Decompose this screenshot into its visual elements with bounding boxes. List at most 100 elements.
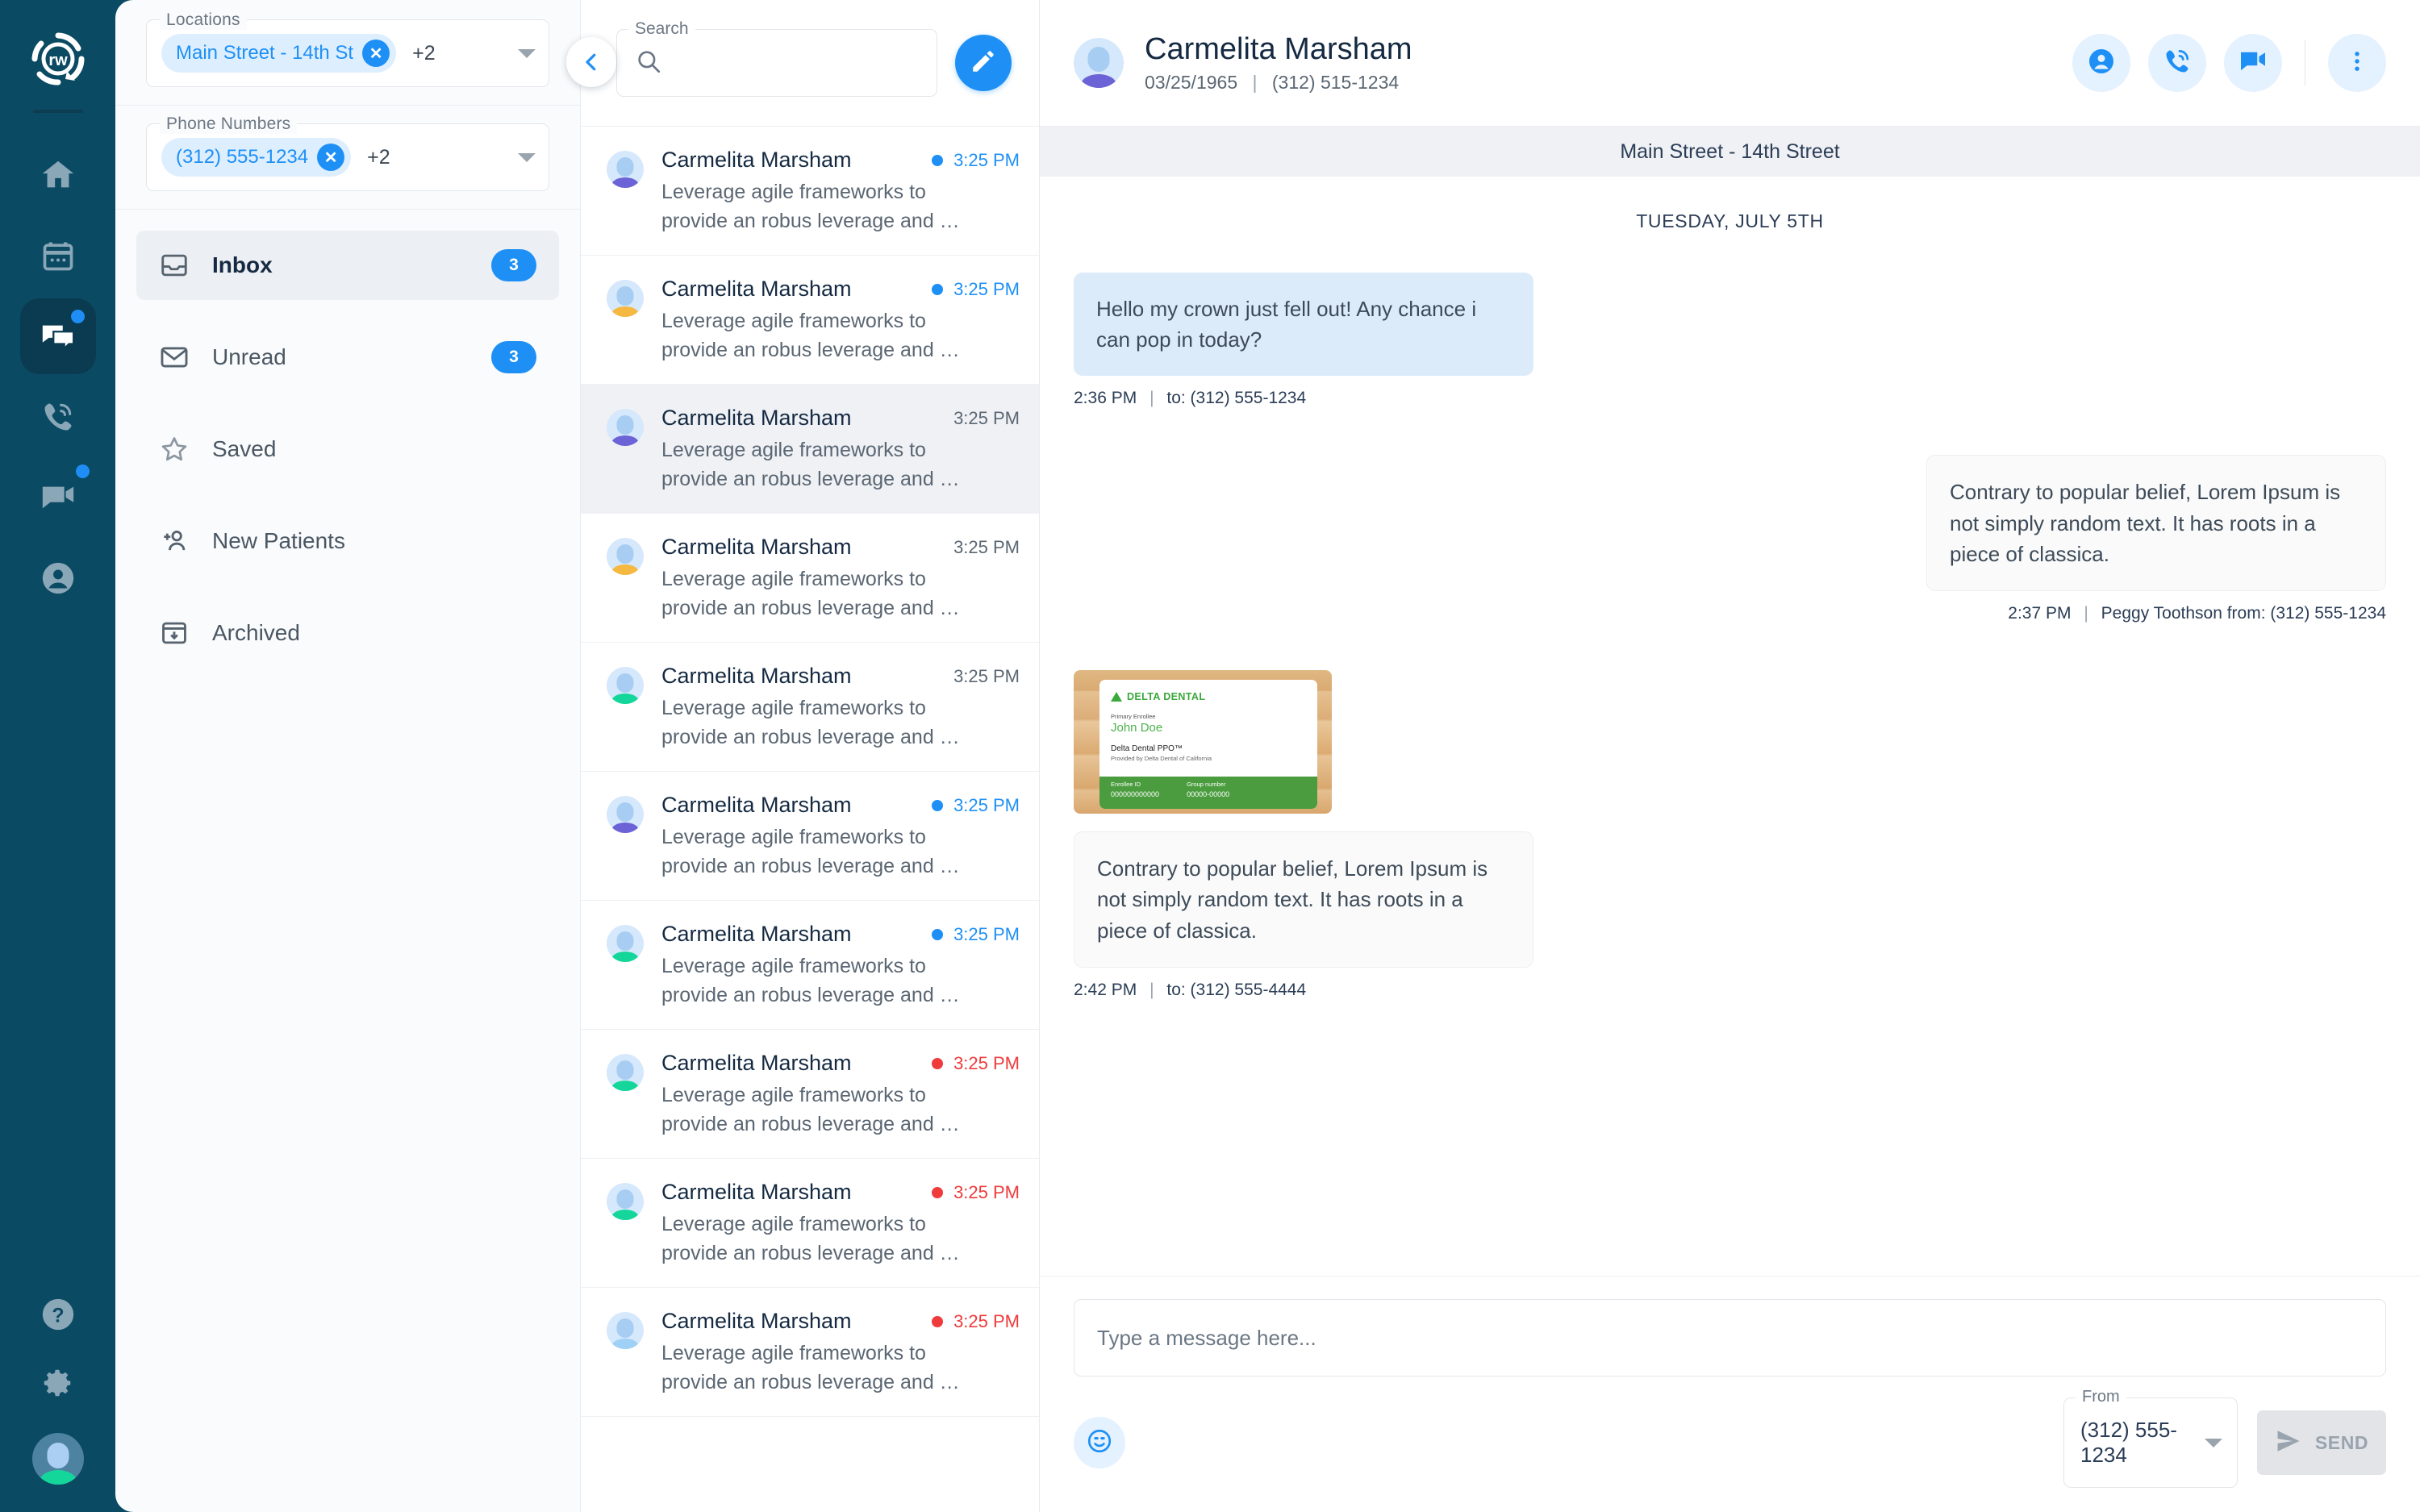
conversation-list-panel: Search Carmelita Marsham 3:25 PM Leverag… [580,0,1040,1512]
gear-icon[interactable] [40,1364,77,1406]
close-icon[interactable]: ✕ [362,40,390,67]
new-message-button[interactable] [955,35,1012,91]
sidebar-item-inbox[interactable]: Inbox 3 [136,231,559,300]
conversation-item[interactable]: Carmelita Marsham 3:25 PM Leverage agile… [581,772,1039,901]
conversation-scroll-area[interactable]: Carmelita Marsham 3:25 PM Leverage agile… [581,127,1039,1512]
emoji-smiley-icon [1086,1427,1113,1459]
conversation-snippet: Leverage agile frameworks to provide an … [661,568,960,619]
conversation-item[interactable]: Carmelita Marsham 3:25 PM Leverage agile… [581,514,1039,643]
message-timestamp: 2:36 PM | to: (312) 555-1234 [1074,389,1307,408]
video-chat-icon [2238,47,2268,80]
phone-numbers-select[interactable]: Phone Numbers (312) 555-1234 ✕ +2 [146,115,549,191]
close-icon[interactable]: ✕ [317,144,345,171]
locations-select[interactable]: Locations Main Street - 14th St ✕ +2 [146,10,549,87]
phone-chip-label: (312) 555-1234 [176,146,309,168]
rail-item-contacts[interactable] [20,540,96,616]
conversation-snippet: Leverage agile frameworks to provide an … [661,1213,960,1264]
conversation-item[interactable]: Carmelita Marsham 3:25 PM Leverage agile… [581,643,1039,772]
user-avatar[interactable] [31,1433,84,1485]
svg-text:rw: rw [48,52,68,69]
sidebar-item-label: Unread [212,344,286,369]
conversation-snippet: Leverage agile frameworks to provide an … [661,1342,960,1393]
emoji-button[interactable] [1074,1417,1125,1468]
chevron-down-icon[interactable] [2205,1438,2222,1447]
conversation-item[interactable]: Carmelita Marsham 3:25 PM Leverage agile… [581,1159,1039,1288]
message-time: 2:36 PM [1074,389,1137,408]
conversation-time: 3:25 PM [953,1181,1020,1202]
rail-item-home[interactable] [20,137,96,213]
message-timestamp: 2:37 PM | Peggy Toothson from: (312) 555… [2008,604,2386,623]
search-field-wrapper[interactable]: Search [616,19,937,97]
conversation-item[interactable]: Carmelita Marsham 3:25 PM Leverage agile… [581,385,1039,514]
message-bubble[interactable]: Contrary to popular belief, Lorem Ipsum … [1074,831,1533,968]
conversation-item[interactable]: Carmelita Marsham 3:25 PM Leverage agile… [581,901,1039,1030]
conversation-location-bar: Main Street - 14th Street [1040,127,2420,177]
rail-item-video[interactable] [20,460,96,535]
chat-panel: Carmelita Marsham 03/25/1965 | (312) 515… [1040,0,2420,1512]
conversation-snippet: Leverage agile frameworks to provide an … [661,697,960,748]
avatar [607,1312,644,1349]
message-bubble[interactable]: Contrary to popular belief, Lorem Ipsum … [1926,455,2386,592]
chat-header: Carmelita Marsham 03/25/1965 | (312) 515… [1040,0,2420,127]
card-enrollee-name: John Doe [1111,721,1163,735]
message-composer: Type a message here... From (312) 555-12… [1040,1276,2420,1512]
conversation-item[interactable]: Carmelita Marsham 3:25 PM Leverage agile… [581,256,1039,385]
conversation-snippet: Leverage agile frameworks to provide an … [661,439,960,490]
search-icon [635,48,662,79]
chat-action-buttons [2072,34,2386,92]
contact-details: 03/25/1965 | (312) 515-1234 [1145,72,1412,94]
send-button-label: SEND [2314,1431,2369,1453]
primary-nav-rail: rw ? [0,0,115,1512]
message-timestamp: 2:42 PM | to: (312) 555-4444 [1074,980,1307,999]
chevron-down-icon[interactable] [518,48,536,58]
from-number-select[interactable]: From (312) 555-1234 [2063,1388,2238,1488]
conversation-name: Carmelita Marsham [661,1051,852,1075]
sidebar-item-archived[interactable]: Archived [136,598,559,668]
card-enrollee-field: Primary Enrollee John Doe [1111,713,1317,735]
conversation-name: Carmelita Marsham [661,406,852,430]
card-group-label: Group number [1187,781,1226,789]
message-meta: to: (312) 555-1234 [1166,389,1307,408]
card-group-number-group: Group number 00000-00000 [1187,781,1229,809]
chevron-down-icon[interactable] [518,152,536,162]
filters-and-folders-panel: Locations Main Street - 14th St ✕ +2 Pho… [115,0,580,1512]
video-call-button[interactable] [2224,34,2282,92]
message-input[interactable]: Type a message here... [1074,1299,2386,1377]
call-button[interactable] [2148,34,2206,92]
sidebar-item-new-patients[interactable]: New Patients [136,506,559,576]
card-plan: Delta Dental PPO™ [1111,744,1183,754]
message-row-attachment: DELTA DENTAL Primary Enrollee John Doe D… [1074,670,2386,1000]
conversation-name: Carmelita Marsham [661,922,852,946]
message-input-placeholder: Type a message here... [1097,1325,1316,1350]
from-legend: From [2076,1388,2126,1406]
rail-item-calls[interactable] [20,379,96,455]
unread-dot [932,154,944,166]
conversation-item[interactable]: Carmelita Marsham 3:25 PM Leverage agile… [581,1288,1039,1417]
conversation-name: Carmelita Marsham [661,793,852,817]
locations-filter-block: Locations Main Street - 14th St ✕ +2 [115,0,580,106]
sidebar-item-label: Saved [212,436,277,461]
conversation-list-header: Search [581,0,1039,127]
phone-chip: (312) 555-1234 ✕ [161,138,352,177]
card-enrollee-id-value: 000000000000 [1111,790,1160,799]
inbox-icon [157,248,191,282]
rail-item-messages[interactable] [19,298,96,374]
sidebar-item-saved[interactable]: Saved [136,414,559,484]
more-options-button[interactable] [2328,34,2386,92]
message-bubble[interactable]: Hello my crown just fell out! Any chance… [1074,273,1533,377]
message-thread[interactable]: TUESDAY, JULY 5TH Hello my crown just fe… [1040,177,2420,1276]
conversation-time: 3:25 PM [953,665,1020,686]
conversation-item[interactable]: Carmelita Marsham 3:25 PM Leverage agile… [581,127,1039,256]
location-chip-label: Main Street - 14th St [176,42,354,64]
collapse-panel-button[interactable] [566,37,616,87]
dental-insurance-card-image[interactable]: DELTA DENTAL Primary Enrollee John Doe D… [1074,670,1332,814]
message-time: 2:37 PM [2008,604,2072,623]
sidebar-item-unread[interactable]: Unread 3 [136,323,559,392]
unread-badge: 3 [491,341,536,373]
patient-profile-button[interactable] [2072,34,2130,92]
conversation-item[interactable]: Carmelita Marsham 3:25 PM Leverage agile… [581,1030,1039,1159]
conversation-snippet: Leverage agile frameworks to provide an … [661,310,960,361]
send-button[interactable]: SEND [2257,1410,2386,1475]
rail-item-calendar[interactable] [20,218,96,294]
help-icon[interactable]: ? [40,1296,77,1337]
